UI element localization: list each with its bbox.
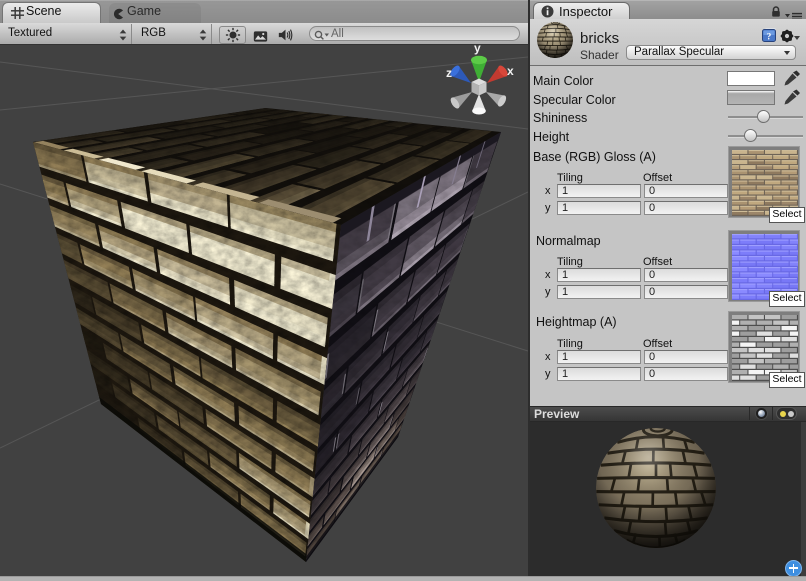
svg-text:z: z <box>446 66 452 80</box>
svg-text:?: ? <box>767 32 772 42</box>
svg-text:x: x <box>507 64 514 78</box>
svg-text:y: y <box>474 45 481 55</box>
